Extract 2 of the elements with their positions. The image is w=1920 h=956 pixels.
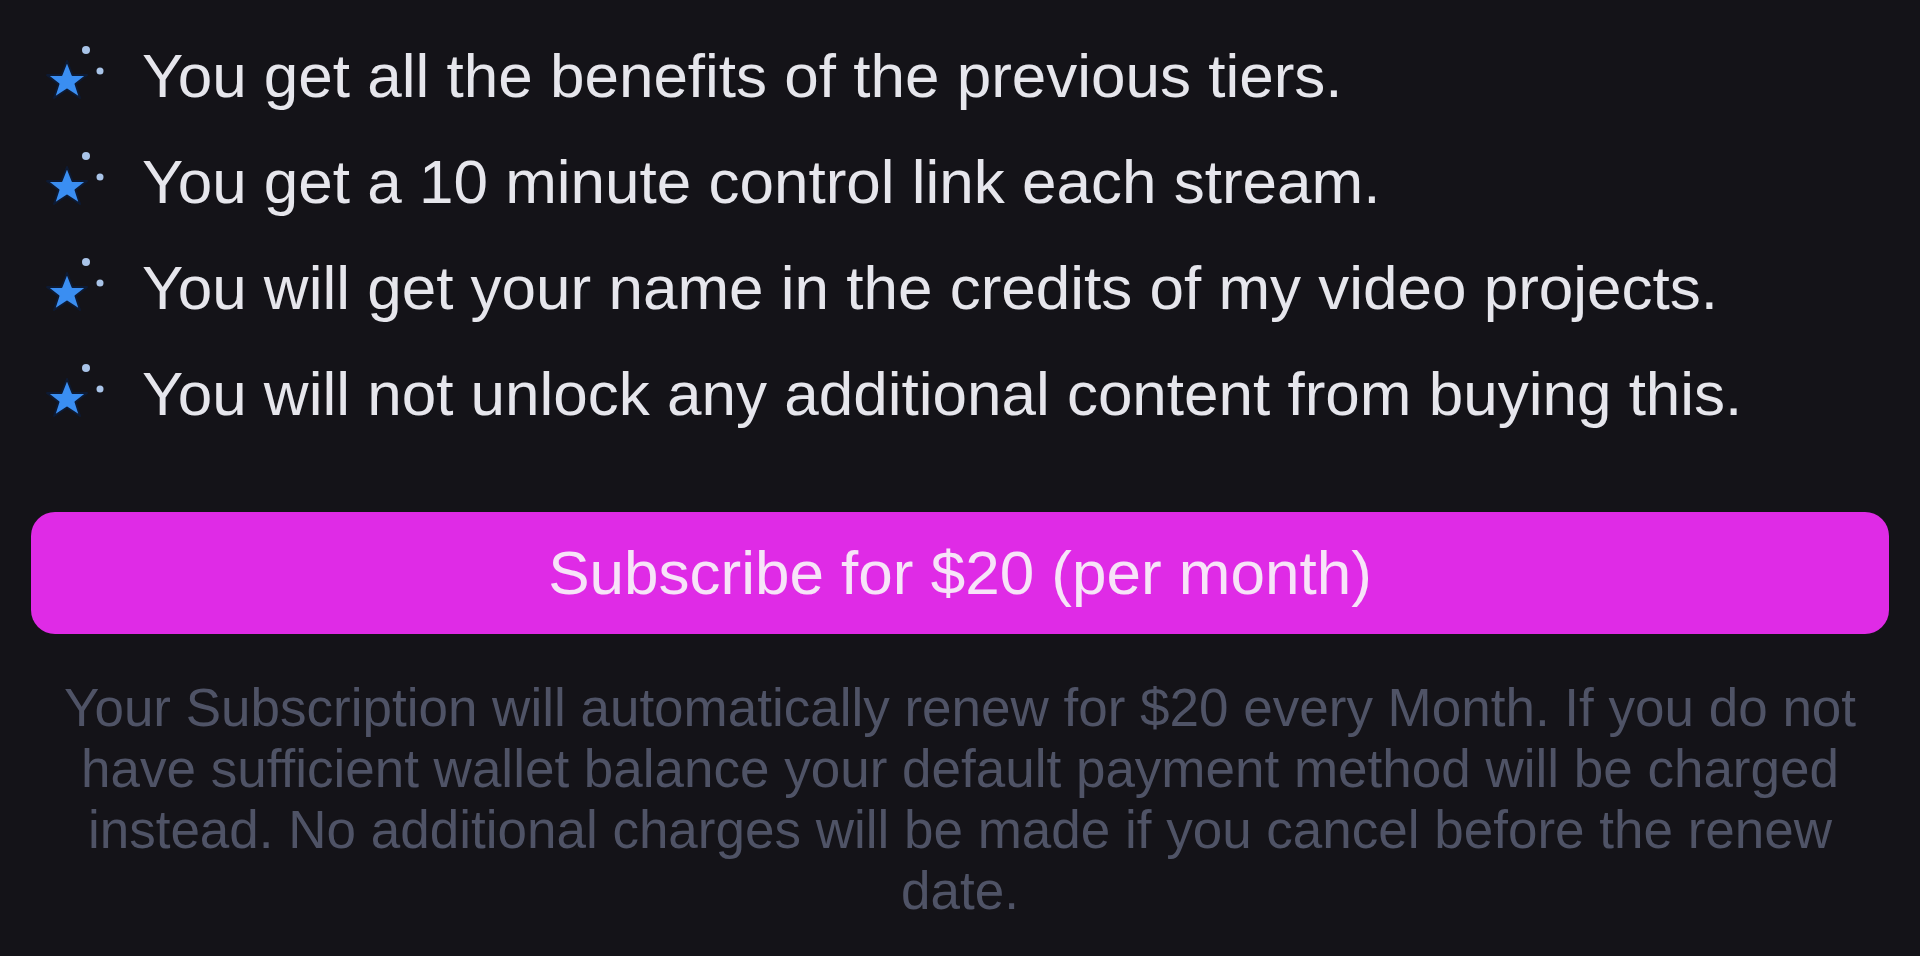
subscribe-button[interactable]: Subscribe for $20 (per month) bbox=[31, 512, 1889, 634]
disclaimer-text: Your Subscription will automatically renew for $20 every Month. If you do not have sufficient wallet balance your default payment method will be charged instead. No additional charges will be made if you cancel before the renew date. bbox=[62, 677, 1858, 921]
